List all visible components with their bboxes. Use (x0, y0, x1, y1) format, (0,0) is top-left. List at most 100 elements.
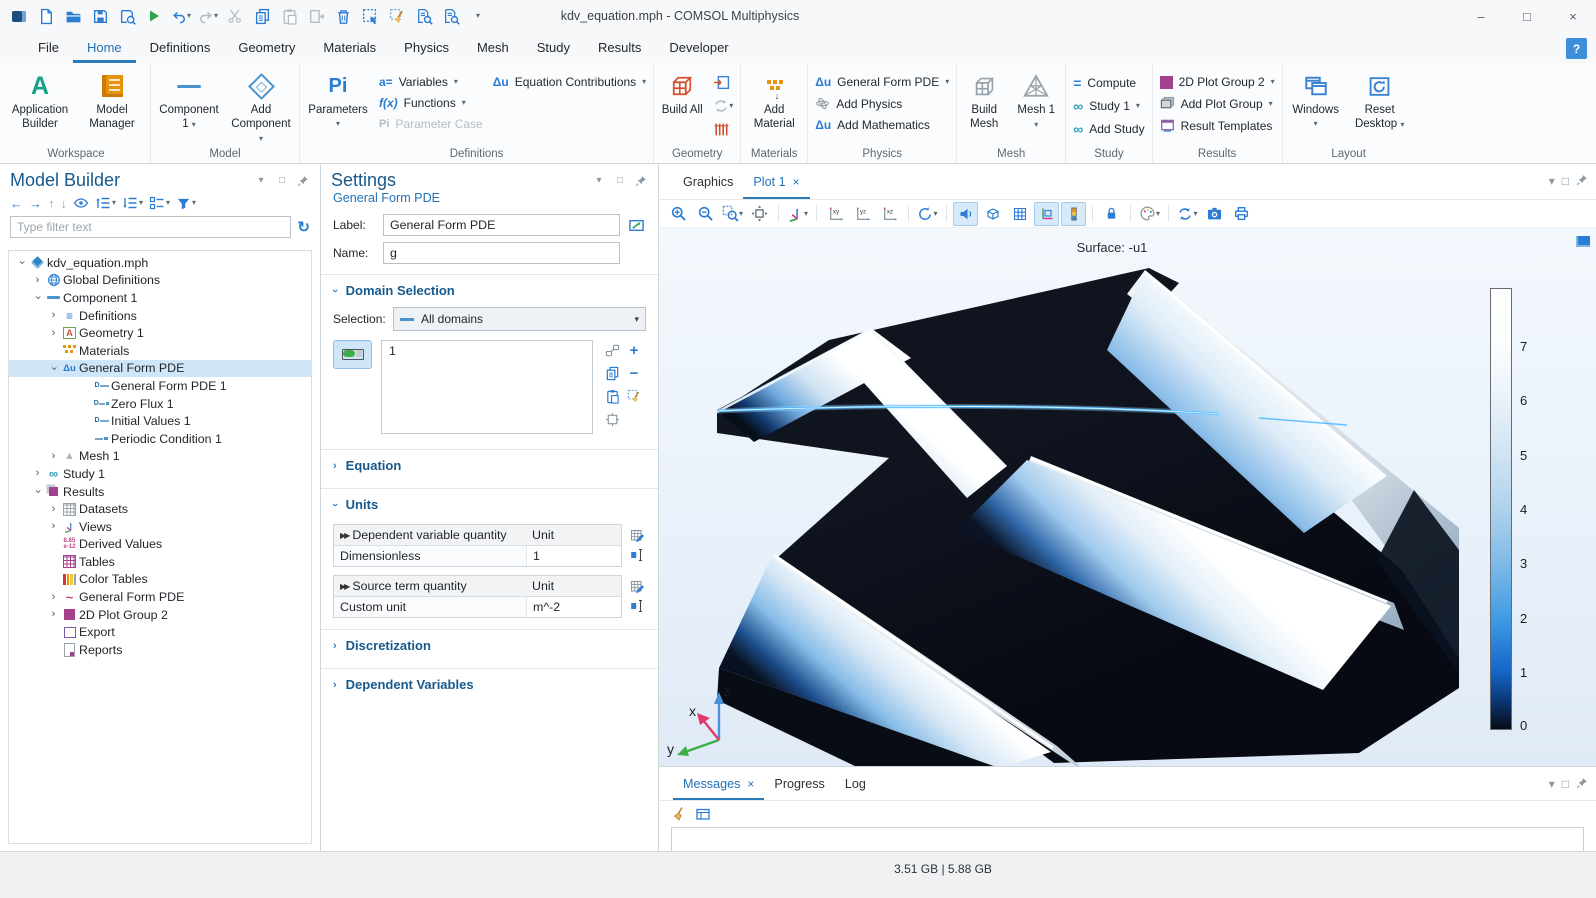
sound-toggle-icon[interactable] (953, 202, 978, 226)
paste-button[interactable] (276, 4, 302, 28)
run-application-button[interactable] (141, 4, 167, 28)
open-message-window-icon[interactable] (695, 806, 711, 822)
refresh-icon[interactable]: ↻ (297, 218, 310, 236)
save-to-model-manager-button[interactable] (114, 4, 140, 28)
label-field-input[interactable] (383, 214, 620, 236)
equation-contributions-button[interactable]: Δu Equation Contributions▾ (493, 75, 646, 89)
tree-item-general-form-pde[interactable]: ›ΔuGeneral Form PDE (9, 360, 311, 378)
clear-selection-icon[interactable] (624, 386, 644, 407)
selection-dropdown[interactable]: All domains ▾ (393, 307, 646, 331)
pin-icon[interactable] (634, 174, 648, 188)
section-dependent-variables[interactable]: › Dependent Variables (321, 669, 658, 700)
go-to-default-view-icon[interactable]: ▾ (785, 202, 810, 226)
tree-item-materials[interactable]: Materials (9, 342, 311, 360)
update-plot-icon[interactable]: ▾ (1175, 202, 1200, 226)
variables-button[interactable]: a= Variables▾ (379, 75, 483, 89)
tree-item-tables[interactable]: Tables (9, 553, 311, 571)
partition-geometry-button[interactable] (713, 121, 733, 138)
build-all-button[interactable]: Build All (661, 68, 703, 118)
table-header[interactable]: ▶▶Source term quantity (334, 576, 526, 597)
component-1-button[interactable]: Component 1 ▾ (158, 68, 220, 132)
create-selection-icon[interactable] (602, 340, 622, 361)
move-down-button[interactable]: ↓ (61, 196, 68, 211)
pin-icon[interactable] (296, 174, 310, 188)
float-panel-icon[interactable]: □ (1562, 174, 1569, 188)
forward-button[interactable]: → (29, 196, 42, 211)
copy-selection-icon[interactable] (602, 363, 622, 384)
tree-item-views[interactable]: ›Views (9, 518, 311, 536)
preview-button[interactable] (438, 4, 464, 28)
tree-filter-input[interactable] (10, 216, 291, 238)
appearance-icon[interactable]: ▾ (1137, 202, 1162, 226)
physics-interface-select[interactable]: Δu General Form PDE▾ (815, 75, 949, 89)
tree-item-periodic-condition-1[interactable]: Periodic Condition 1 (9, 430, 311, 448)
add-component-button[interactable]: Add Component ▾ (230, 68, 292, 145)
add-mathematics-button[interactable]: Δu Add Mathematics (815, 118, 949, 132)
panel-menu-caret-icon[interactable]: ▾ (1549, 174, 1555, 188)
study-1-button[interactable]: ∞ Study 1▾ (1073, 98, 1144, 114)
mesh-1-button[interactable]: Mesh 1 ▾ (1014, 68, 1058, 132)
view-xy-icon[interactable] (823, 202, 848, 226)
tab-graphics[interactable]: Graphics (673, 164, 743, 199)
zoom-extents-icon[interactable] (747, 202, 772, 226)
add-physics-button[interactable]: Add Physics (815, 96, 949, 111)
add-plot-group-button[interactable]: Add Plot Group▾ (1160, 96, 1275, 111)
print-icon[interactable] (1229, 202, 1254, 226)
remove-from-selection-icon[interactable]: − (624, 363, 644, 384)
find-button[interactable] (411, 4, 437, 28)
tab-log[interactable]: Log (835, 767, 876, 800)
close-tab-icon[interactable]: × (793, 175, 800, 189)
active-toggle-button[interactable] (333, 340, 372, 369)
tree-item-export[interactable]: Export (9, 623, 311, 641)
node-label-options-button[interactable]: ▾ (149, 195, 170, 211)
edit-table-icon[interactable] (630, 579, 646, 595)
lock-view-icon[interactable] (1099, 202, 1124, 226)
name-field-input[interactable] (383, 242, 620, 264)
tree-item-derived-values[interactable]: 8.85e-12Derived Values (9, 536, 311, 554)
edit-table-icon[interactable] (630, 528, 646, 544)
axes-toggle-icon[interactable] (1034, 202, 1059, 226)
rebuild-geometry-button[interactable]: ▾ (713, 98, 733, 114)
show-toggle-button[interactable] (73, 195, 89, 211)
rotate-view-icon[interactable]: ▾ (915, 202, 940, 226)
table-header[interactable]: Unit (526, 525, 621, 546)
new-file-button[interactable] (33, 4, 59, 28)
expand-all-button[interactable]: ▾ (122, 195, 143, 211)
copy-button[interactable] (249, 4, 275, 28)
zoom-in-icon[interactable] (666, 202, 691, 226)
undo-button[interactable]: ▾ (168, 4, 194, 28)
tree-item-general-form-pde-1[interactable]: DGeneral Form PDE 1 (9, 377, 311, 395)
open-file-button[interactable] (60, 4, 86, 28)
help-button[interactable]: ? (1566, 38, 1587, 59)
tab-study[interactable]: Study (523, 32, 584, 63)
tab-home[interactable]: Home (73, 32, 136, 63)
view-yz-icon[interactable] (850, 202, 875, 226)
section-domain-selection[interactable]: › Domain Selection (321, 275, 658, 306)
collapse-all-button[interactable]: ▾ (95, 195, 116, 211)
tree-item-reports[interactable]: Reports (9, 641, 311, 659)
model-manager-button[interactable]: Model Manager (81, 68, 143, 132)
zoom-to-selection-icon[interactable] (602, 409, 622, 430)
plot-thumbnail-icon[interactable] (1576, 236, 1590, 247)
tab-geometry[interactable]: Geometry (224, 32, 309, 63)
tab-progress[interactable]: Progress (764, 767, 834, 800)
import-geometry-button[interactable] (713, 74, 733, 91)
tree-item-datasets[interactable]: ›Datasets (9, 500, 311, 518)
cut-button[interactable] (222, 4, 248, 28)
rename-unit-icon[interactable] (630, 598, 646, 614)
clear-messages-icon[interactable] (671, 806, 687, 822)
table-cell[interactable]: Custom unit (334, 597, 526, 617)
color-legend-toggle-icon[interactable] (1061, 202, 1086, 226)
table-header[interactable]: Unit (526, 576, 621, 597)
table-cell[interactable]: m^-2 (526, 597, 621, 617)
clear-selection-button[interactable] (384, 4, 410, 28)
add-to-selection-icon[interactable]: + (624, 340, 644, 361)
image-snapshot-icon[interactable] (1202, 202, 1227, 226)
tab-messages[interactable]: Messages× (673, 767, 764, 800)
rename-icon[interactable] (626, 215, 646, 235)
table-header[interactable]: ▶▶Dependent variable quantity (334, 525, 526, 546)
panel-menu-caret-icon[interactable]: ▾ (1549, 777, 1555, 791)
add-material-button[interactable]: ↓ Add Material (748, 68, 800, 132)
tree-item-definitions[interactable]: ›≡Definitions (9, 307, 311, 325)
grid-toggle-icon[interactable] (1007, 202, 1032, 226)
